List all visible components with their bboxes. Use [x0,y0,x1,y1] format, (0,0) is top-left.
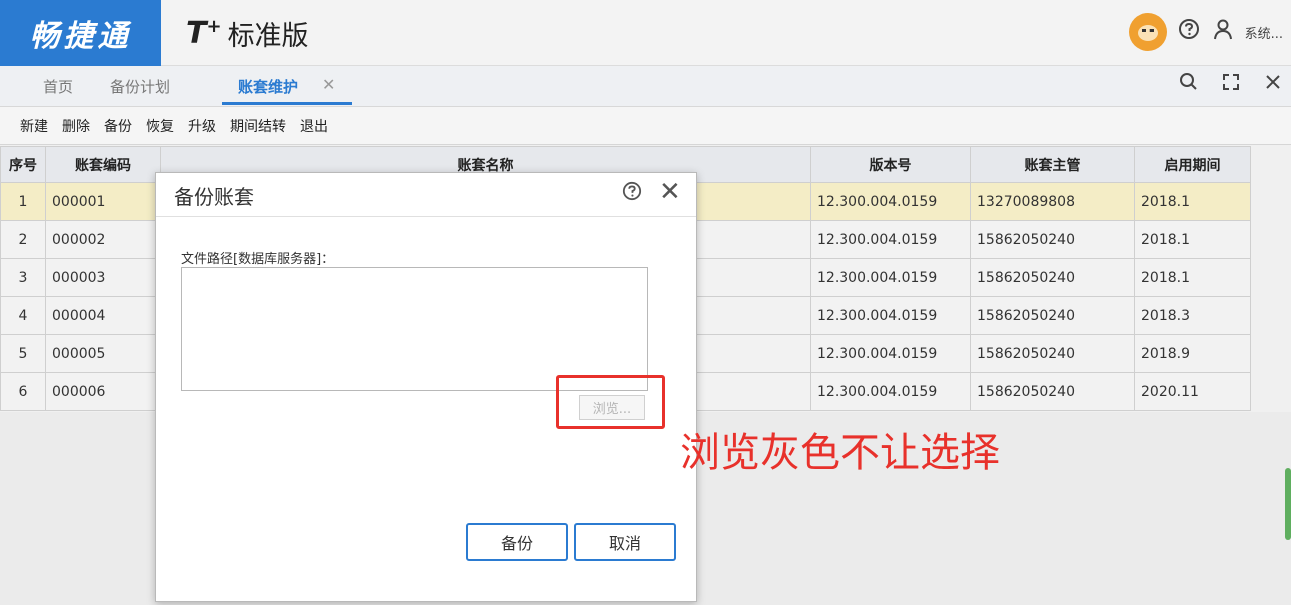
backup-confirm-button[interactable]: 备份 [466,523,568,561]
dialog-divider [156,216,696,217]
tab-home[interactable]: 首页 [43,76,73,97]
product-title: T+ 标准版 [186,14,309,52]
restore-button[interactable]: 恢复 [146,116,174,136]
user-label[interactable]: 系统... [1245,23,1283,42]
upgrade-button[interactable]: 升级 [188,116,216,136]
table-cell-version[interactable]: 12.300.004.0159 [810,182,971,221]
dialog-close-icon[interactable]: ✕ [659,177,681,207]
table-cell-manager[interactable]: 15862050240 [970,296,1135,335]
period-carryover-button[interactable]: 期间结转 [230,116,286,136]
tab-bar: 首页 备份计划 账套维护 ✕ [0,66,1291,107]
dialog-help-icon[interactable] [622,181,642,206]
table-cell-no[interactable]: 1 [0,182,46,221]
table-cell-no[interactable]: 2 [0,220,46,259]
table-cell-version[interactable]: 12.300.004.0159 [810,296,971,335]
table-cell-version[interactable]: 12.300.004.0159 [810,220,971,259]
table-cell-version[interactable]: 12.300.004.0159 [810,372,971,411]
table-cell-manager[interactable]: 13270089808 [970,182,1135,221]
tab-backup-plan[interactable]: 备份计划 [110,76,170,97]
table-cell-code[interactable]: 000001 [45,182,161,221]
brand-name: 畅捷通 [29,19,132,54]
table-cell-code[interactable]: 000003 [45,258,161,297]
tab-tools [1179,72,1283,97]
table-cell-manager[interactable]: 15862050240 [970,372,1135,411]
table-cell-no[interactable]: 5 [0,334,46,373]
table-cell-period[interactable]: 2018.1 [1134,220,1251,259]
column-header[interactable]: 账套编码 [45,146,161,183]
table-cell-period[interactable]: 2018.1 [1134,258,1251,297]
dialog-title: 备份账套 [174,185,254,209]
path-input[interactable] [181,267,648,391]
product-logo: T+ [186,15,222,51]
mascot-icon[interactable] [1128,13,1167,51]
active-tab-indicator [222,102,352,105]
help-icon[interactable] [1177,18,1201,46]
annotation-highlight-box [556,375,665,429]
table-cell-code[interactable]: 000006 [45,372,161,411]
table-cell-no[interactable]: 4 [0,296,46,335]
column-header[interactable]: 启用期间 [1134,146,1251,183]
user-icon[interactable] [1211,18,1235,46]
delete-button[interactable]: 删除 [62,116,90,136]
brand-logo: 畅捷通 [0,0,161,66]
table-cell-code[interactable]: 000002 [45,220,161,259]
table-cell-period[interactable]: 2018.3 [1134,296,1251,335]
column-header[interactable]: 序号 [0,146,46,183]
table-cell-version[interactable]: 12.300.004.0159 [810,258,971,297]
table-cell-no[interactable]: 3 [0,258,46,297]
app-header: 畅捷通 T+ 标准版 系统... [0,0,1291,66]
toolbar: 新建 删除 备份 恢复 升级 期间结转 退出 [0,107,1291,145]
header-actions: 系统... [1128,12,1283,52]
tab-account-maintenance[interactable]: 账套维护 [238,76,298,97]
table-cell-code[interactable]: 000004 [45,296,161,335]
column-header[interactable]: 账套主管 [970,146,1135,183]
tab-close-icon[interactable]: ✕ [322,75,335,94]
scrollbar-thumb[interactable] [1285,468,1291,540]
table-cell-period[interactable]: 2018.9 [1134,334,1251,373]
table-cell-period[interactable]: 2020.11 [1134,372,1251,411]
product-name: 标准版 [227,20,309,52]
table-cell-no[interactable]: 6 [0,372,46,411]
column-header[interactable]: 版本号 [810,146,971,183]
search-icon[interactable] [1179,72,1199,97]
fullscreen-icon[interactable] [1221,72,1241,97]
table-cell-code[interactable]: 000005 [45,334,161,373]
new-button[interactable]: 新建 [20,116,48,136]
table-cell-manager[interactable]: 15862050240 [970,334,1135,373]
table-cell-version[interactable]: 12.300.004.0159 [810,334,971,373]
exit-button[interactable]: 退出 [300,116,328,136]
cancel-button[interactable]: 取消 [574,523,676,561]
table-cell-manager[interactable]: 15862050240 [970,258,1135,297]
backup-button[interactable]: 备份 [104,116,132,136]
table-cell-period[interactable]: 2018.1 [1134,182,1251,221]
close-icon[interactable] [1263,72,1283,97]
table-cell-manager[interactable]: 15862050240 [970,220,1135,259]
annotation-note: 浏览灰色不让选择 [680,430,1000,476]
path-label: 文件路径[数据库服务器]： [181,252,335,267]
